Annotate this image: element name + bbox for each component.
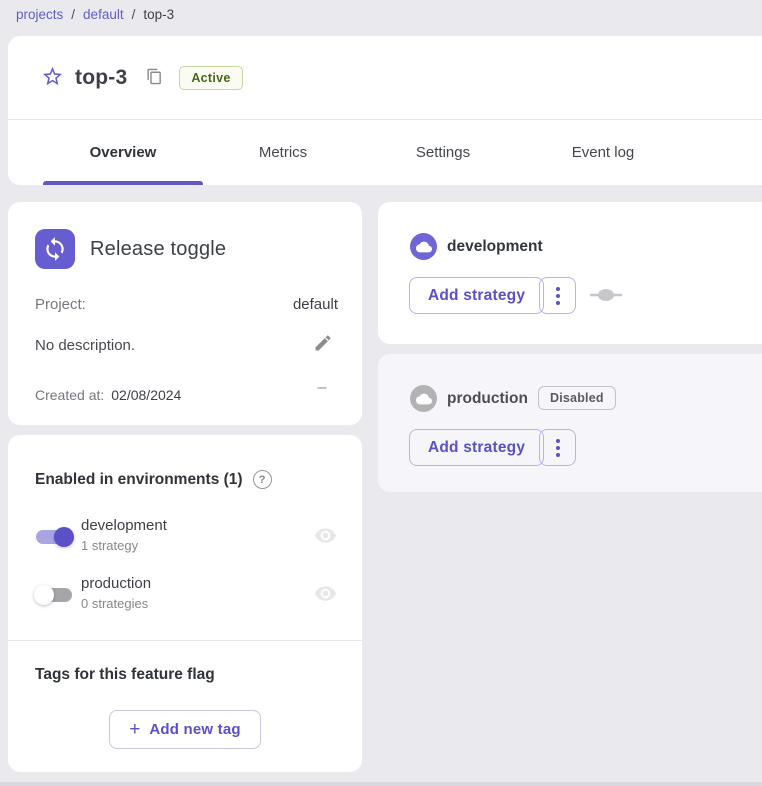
flag-type-label: Release toggle	[90, 238, 226, 261]
feature-title-row: top-3 Active	[8, 36, 762, 119]
collapse-button[interactable]: –	[314, 380, 330, 396]
panel-env-name: development	[447, 238, 543, 256]
copy-icon	[146, 68, 163, 88]
visibility-button-production[interactable]	[313, 583, 337, 607]
bottom-scroll-strip	[0, 782, 762, 786]
tab-metrics[interactable]: Metrics	[203, 120, 363, 185]
project-value: default	[293, 296, 338, 313]
toggle-thumb	[54, 527, 74, 547]
created-at-label: Created at:	[35, 387, 104, 403]
env-strategies-development: 1 strategy	[81, 538, 138, 553]
breadcrumb: projects / default / top-3	[16, 4, 174, 24]
env-strategies-production: 0 strategies	[81, 596, 148, 611]
add-strategy-button-development[interactable]: Add strategy	[409, 277, 544, 314]
help-icon[interactable]: ?	[253, 470, 272, 489]
created-at-value: 02/08/2024	[111, 387, 181, 403]
feature-header-card: top-3 Active Overview Metrics Settings E…	[8, 36, 762, 185]
eye-icon	[314, 582, 337, 608]
toggle-development[interactable]	[32, 525, 76, 549]
env-name-development: development	[81, 517, 167, 534]
environments-title-text: Enabled in environments (1)	[35, 471, 243, 489]
environment-panel-production: production Disabled Add strategy	[378, 354, 762, 492]
flag-details-card: Release toggle Project: default No descr…	[8, 202, 362, 425]
breadcrumb-link-projects[interactable]: projects	[16, 7, 63, 22]
breadcrumb-separator: /	[132, 7, 136, 22]
cloud-icon	[410, 385, 437, 412]
panel-env-name: production	[447, 390, 528, 408]
visibility-button-development[interactable]	[313, 525, 337, 549]
more-options-button-development[interactable]	[539, 277, 576, 314]
add-new-tag-button[interactable]: + Add new tag	[109, 710, 261, 749]
breadcrumb-link-default[interactable]: default	[83, 7, 124, 22]
toggle-production[interactable]	[32, 583, 76, 607]
page-title: top-3	[75, 66, 127, 90]
description-text: No description.	[35, 337, 135, 354]
tab-bar: Overview Metrics Settings Event log	[43, 120, 683, 185]
env-name-production: production	[81, 575, 151, 592]
strategy-status-icon	[589, 288, 623, 307]
cloud-icon	[410, 233, 437, 260]
disabled-badge: Disabled	[538, 386, 616, 410]
more-options-button-production[interactable]	[539, 429, 576, 466]
kebab-icon	[556, 439, 560, 457]
environments-card: Enabled in environments (1) ? developmen…	[8, 435, 362, 772]
add-new-tag-label: Add new tag	[149, 721, 240, 738]
tags-title: Tags for this feature flag	[35, 666, 215, 684]
tab-settings[interactable]: Settings	[363, 120, 523, 185]
created-at-row: Created at: 02/08/2024	[35, 387, 181, 403]
environments-title: Enabled in environments (1) ?	[35, 470, 272, 489]
breadcrumb-current-page: top-3	[143, 7, 174, 22]
plus-icon: +	[129, 721, 140, 739]
star-icon	[41, 65, 64, 91]
copy-name-button[interactable]	[144, 68, 164, 88]
project-label: Project:	[35, 296, 86, 313]
card-divider	[8, 640, 362, 641]
tab-event-log[interactable]: Event log	[523, 120, 683, 185]
pencil-icon	[313, 333, 333, 356]
breadcrumb-separator: /	[71, 7, 75, 22]
minus-icon: –	[318, 379, 327, 396]
favorite-button[interactable]	[40, 66, 64, 90]
edit-description-button[interactable]	[312, 333, 334, 355]
release-toggle-icon	[35, 229, 75, 269]
toggle-thumb	[34, 585, 54, 605]
add-strategy-button-production[interactable]: Add strategy	[409, 429, 544, 466]
kebab-icon	[556, 287, 560, 305]
status-badge: Active	[179, 66, 242, 90]
tab-overview[interactable]: Overview	[43, 120, 203, 185]
eye-icon	[314, 524, 337, 550]
environment-panel-development: development Add strategy	[378, 202, 762, 344]
